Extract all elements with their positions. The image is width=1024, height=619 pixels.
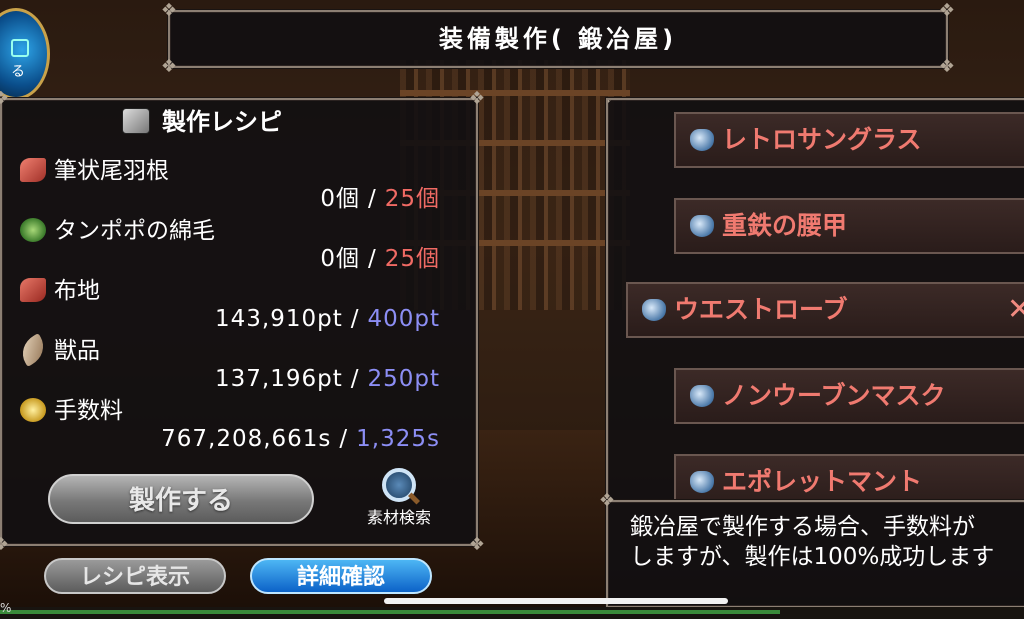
ornament-icon: ❖ xyxy=(160,56,178,77)
recipe-heading: 製作レシピ xyxy=(122,104,282,140)
ornament-icon: ❖ xyxy=(938,0,956,21)
hat-icon xyxy=(642,299,666,321)
ornament-icon: ❖ xyxy=(468,88,486,109)
message-text: 鍛冶屋で製作する場合、手数料が しますが、製作は100%成功します xyxy=(630,512,994,572)
quantity-separator: / xyxy=(339,426,349,452)
hat-icon xyxy=(690,385,714,407)
quantity-have: 0個 xyxy=(320,186,360,212)
progress-bar xyxy=(0,607,1024,619)
material-name: 獣品 xyxy=(15,333,100,367)
material-name: 布地 xyxy=(20,276,100,306)
feather-icon xyxy=(20,158,46,182)
recipe-view-button[interactable]: レシピ表示 xyxy=(44,558,226,594)
details-button[interactable]: 詳細確認 xyxy=(250,558,432,594)
material-quantity: 137,196pt / 250pt xyxy=(215,364,440,394)
quantity-separator: / xyxy=(350,366,360,392)
message-panel: 鍛冶屋で製作する場合、手数料が しますが、製作は100%成功します ❖ xyxy=(599,490,1024,608)
message-line: 鍛冶屋で製作する場合、手数料が xyxy=(630,514,975,540)
dandelion-icon xyxy=(20,218,46,242)
list-item[interactable]: レトロサングラス xyxy=(674,112,1024,168)
message-line: しますが、製作は100%成功します xyxy=(630,544,995,570)
list-item-label: レトロサングラス xyxy=(722,125,922,154)
recipe-heading-label: 製作レシピ xyxy=(162,108,282,136)
cloth-icon xyxy=(20,278,46,302)
material-search-label: 素材検索 xyxy=(366,508,431,527)
quantity-have: 143,910pt xyxy=(214,306,343,332)
hat-icon xyxy=(690,471,714,493)
hat-icon xyxy=(690,129,714,151)
ornament-icon: ❖ xyxy=(160,0,178,21)
list-item-label: エポレットマント xyxy=(722,467,923,496)
quantity-need: 25個 xyxy=(384,186,440,212)
list-item[interactable]: エポレットマント xyxy=(674,454,1024,500)
quantity-separator: / xyxy=(350,306,360,332)
title-bar: 装備製作( 鍛冶屋) ❖ ❖ ❖ ❖ xyxy=(161,0,955,77)
ornament-icon: ❖ xyxy=(608,100,618,110)
list-item-selected[interactable]: ウエストローブ ✕ xyxy=(626,282,1024,338)
list-item-label: ノンウーブンマスク xyxy=(722,381,946,410)
quantity-need: 1,325s xyxy=(356,426,440,452)
material-name-text: 獣品 xyxy=(54,338,100,364)
material-name: 手数料 xyxy=(20,396,123,426)
material-name-text: 布地 xyxy=(54,278,100,304)
menu-icon xyxy=(11,39,29,57)
material-quantity: 0個 / 25個 xyxy=(320,184,440,214)
home-indicator[interactable] xyxy=(384,598,728,604)
quantity-have: 0個 xyxy=(320,246,360,272)
progress-fill xyxy=(0,610,780,614)
close-icon[interactable]: ✕ xyxy=(1007,284,1024,336)
list-item-label: 重鉄の腰甲 xyxy=(722,211,848,240)
ornament-icon: ❖ xyxy=(938,56,956,77)
quantity-separator: / xyxy=(367,186,377,212)
quantity-have: 767,208,661s xyxy=(161,426,332,452)
material-quantity: 0個 / 25個 xyxy=(320,244,440,274)
quantity-need: 400pt xyxy=(367,306,440,332)
quantity-have: 137,196pt xyxy=(214,366,343,392)
coins-icon xyxy=(20,398,46,422)
progress-percent: % xyxy=(0,601,12,615)
magnifier-icon xyxy=(382,468,416,502)
material-name: タンポポの綿毛 xyxy=(20,216,215,246)
page-title: 装備製作( 鍛冶屋) xyxy=(438,25,678,53)
menu-orb-label: る xyxy=(11,64,25,80)
material-quantity: 143,910pt / 400pt xyxy=(215,304,440,334)
material-name-text: タンポポの綿毛 xyxy=(54,218,215,244)
material-name-text: 手数料 xyxy=(54,398,123,424)
quantity-separator: / xyxy=(367,246,377,272)
menu-orb-button[interactable]: る xyxy=(0,8,50,100)
material-search-button[interactable]: 素材検索 xyxy=(354,468,444,528)
equipment-list-panel: レトロサングラス 重鉄の腰甲 ウエストローブ ✕ ノンウーブンマスク エポレット… xyxy=(606,98,1024,502)
quantity-need: 250pt xyxy=(367,366,440,392)
ornament-icon: ❖ xyxy=(468,534,486,555)
hat-icon xyxy=(690,215,714,237)
ornament-icon: ❖ xyxy=(0,534,10,555)
quantity-need: 25個 xyxy=(384,246,440,272)
list-item[interactable]: 重鉄の腰甲 xyxy=(674,198,1024,254)
recipe-book-icon xyxy=(122,108,150,134)
ornament-icon: ❖ xyxy=(0,88,10,109)
background-shelf-boards xyxy=(400,90,630,96)
list-item-label: ウエストローブ xyxy=(674,295,848,324)
material-name-text: 筆状尾羽根 xyxy=(54,158,169,184)
material-quantity: 767,208,661s / 1,325s xyxy=(161,424,440,454)
horn-icon xyxy=(15,333,51,367)
material-name: 筆状尾羽根 xyxy=(20,156,169,186)
craft-button[interactable]: 製作する xyxy=(48,474,314,524)
list-item[interactable]: ノンウーブンマスク xyxy=(674,368,1024,424)
ornament-icon: ❖ xyxy=(598,490,616,511)
